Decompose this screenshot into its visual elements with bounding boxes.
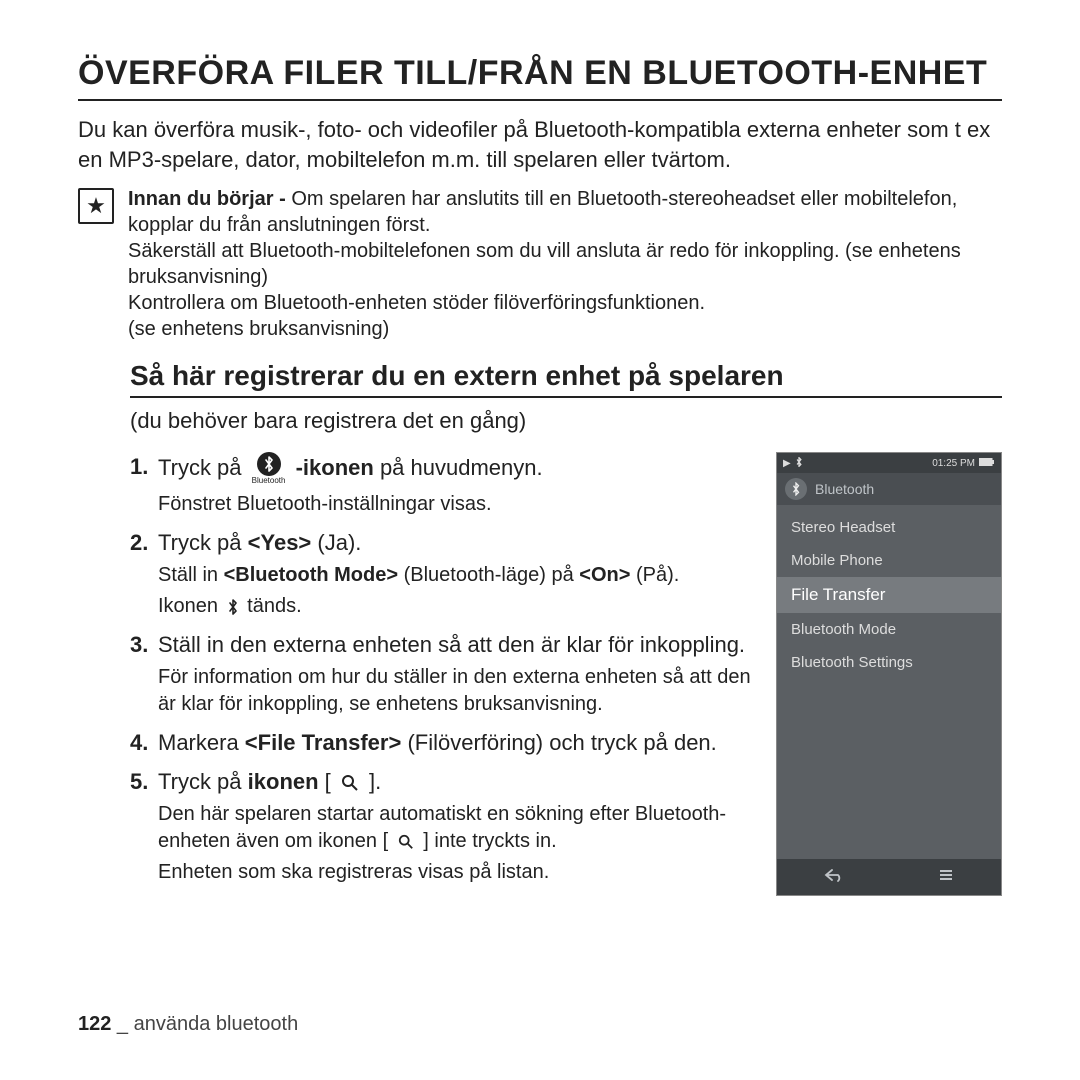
note-lead-bold: Innan du börjar - [128, 188, 286, 210]
step2-sub2-pre: Ikonen [158, 595, 224, 617]
footer-section: använda bluetooth [134, 1013, 299, 1035]
play-icon: ▶ [783, 458, 791, 469]
step-4: 4. Markera <File Transfer> (Filöverförin… [130, 728, 758, 758]
step1-post: på huvudmenyn. [374, 456, 543, 481]
step2-sub-pre: Ställ in [158, 564, 224, 586]
step2-bold: <Yes> [248, 530, 312, 555]
step4-pre: Markera [158, 730, 245, 755]
device-screenshot: ▶ 01:25 PM Bluetooth Stereo Headset Mobi… [776, 452, 1002, 896]
bluetooth-small-icon [224, 598, 242, 616]
step4-post: (Filöverföring) och tryck på den. [401, 730, 716, 755]
note-line3: Kontrollera om Bluetooth-enheten stöder … [128, 292, 705, 314]
step5-bracket-open: [ [319, 769, 337, 794]
device-crumb: Bluetooth [777, 473, 1001, 505]
list-icon[interactable] [938, 866, 954, 887]
page-number: 122 [78, 1013, 111, 1035]
step3-sub: För information om hur du ställer in den… [158, 664, 758, 718]
note-line2: Säkerställ att Bluetooth-mobiltelefonen … [128, 240, 961, 288]
step5-bracket-close: ]. [363, 769, 381, 794]
step2-sub-mid: (Bluetooth-läge) på [398, 564, 579, 586]
step-3: 3. Ställ in den externa enheten så att d… [130, 630, 758, 718]
device-menu-item[interactable]: Bluetooth Settings [777, 646, 1001, 679]
bluetooth-status-icon [795, 457, 803, 470]
step2-sub-post: (På). [630, 564, 679, 586]
step5-sub-post: ] inte tryckts in. [418, 830, 557, 852]
step2-sub-bold2: <On> [579, 564, 630, 586]
device-time: 01:25 PM [932, 458, 975, 469]
magnifier-icon [341, 774, 359, 792]
step2-sub: Ställ in <Bluetooth Mode> (Bluetooth-läg… [158, 562, 758, 589]
battery-icon [979, 458, 995, 469]
star-icon: ★ [78, 188, 114, 224]
step2-sub2: Ikonen tänds. [158, 593, 758, 620]
bluetooth-icon: Bluetooth [252, 452, 286, 487]
step5-sub: Den här spelaren startar automatiskt en … [158, 801, 758, 855]
subtitle: Så här registrerar du en extern enhet på… [130, 360, 1002, 398]
step-1: 1. Tryck på Bluetooth -ikonen på huvudme… [130, 452, 758, 518]
step1-sub: Fönstret Bluetooth-inställningar visas. [158, 491, 758, 518]
bluetooth-crumb-icon [785, 478, 807, 500]
note-text: Innan du börjar - Om spelaren har anslut… [128, 186, 1002, 342]
step-2: 2. Tryck på <Yes> (Ja). Ställ in <Blueto… [130, 528, 758, 620]
page-footer: 122 _ använda bluetooth [78, 1013, 298, 1036]
step4-bold: <File Transfer> [245, 730, 402, 755]
step2-sub2-post: tänds. [247, 595, 301, 617]
device-crumb-label: Bluetooth [815, 481, 874, 497]
device-bottombar [777, 859, 1001, 895]
step2-sub-bold: <Bluetooth Mode> [224, 564, 398, 586]
step3-text: Ställ in den externa enheten så att den … [158, 632, 745, 657]
device-menu-item[interactable]: Mobile Phone [777, 544, 1001, 577]
magnifier-icon-small [398, 834, 414, 850]
steps-list: 1. Tryck på Bluetooth -ikonen på huvudme… [130, 452, 758, 896]
note-block: ★ Innan du börjar - Om spelaren har ansl… [78, 186, 1002, 342]
step5-sub2: Enheten som ska registreras visas på lis… [158, 859, 758, 886]
device-menu-item-selected[interactable]: File Transfer [777, 577, 1001, 613]
device-menu-item[interactable]: Stereo Headset [777, 511, 1001, 544]
step1-pre: Tryck på [158, 456, 248, 481]
device-menu-item[interactable]: Bluetooth Mode [777, 613, 1001, 646]
step1-bold: -ikonen [296, 456, 374, 481]
subintro: (du behöver bara registrera det en gång) [130, 408, 1002, 434]
note-line4: (se enhetens bruksanvisning) [128, 318, 389, 340]
back-icon[interactable] [824, 866, 844, 887]
step5-bold: ikonen [248, 769, 319, 794]
footer-sep: _ [111, 1013, 133, 1035]
device-menu: Stereo Headset Mobile Phone File Transfe… [777, 505, 1001, 859]
step5-pre: Tryck på [158, 769, 248, 794]
page-title: ÖVERFÖRA FILER TILL/FRÅN EN BLUETOOTH-EN… [78, 54, 1002, 101]
step-5: 5. Tryck på ikonen [ ]. Den här spelaren… [130, 767, 758, 886]
step2-post: (Ja). [311, 530, 361, 555]
intro-text: Du kan överföra musik-, foto- och videof… [78, 115, 1002, 174]
bluetooth-icon-label: Bluetooth [252, 476, 286, 487]
step2-pre: Tryck på [158, 530, 248, 555]
device-statusbar: ▶ 01:25 PM [777, 453, 1001, 473]
